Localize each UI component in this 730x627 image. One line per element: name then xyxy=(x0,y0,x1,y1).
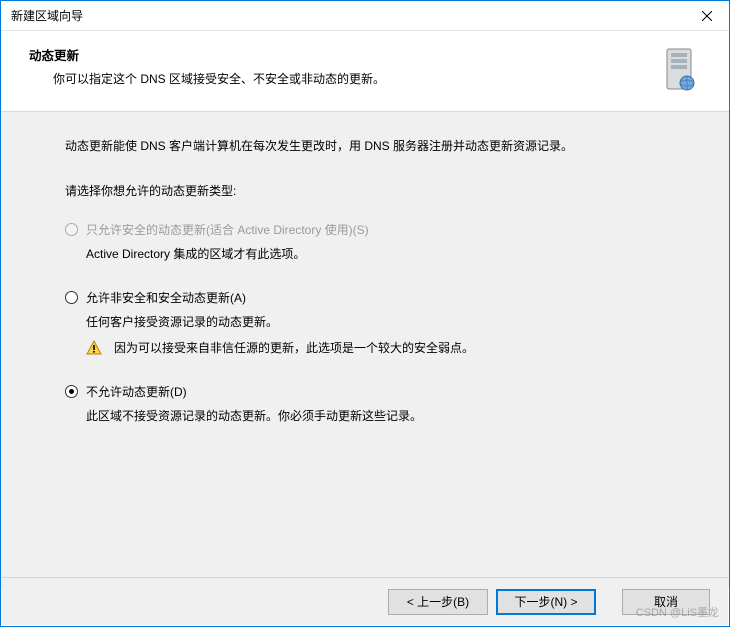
radio-no-dynamic-label: 不允许动态更新(D) xyxy=(86,383,187,400)
window-title: 新建区域向导 xyxy=(11,7,83,24)
intro-text: 动态更新能使 DNS 客户端计算机在每次发生更改时，用 DNS 服务器注册并动态… xyxy=(65,136,681,156)
radio-nonsecure-desc: 任何客户接受资源记录的动态更新。 xyxy=(86,312,681,332)
radio-secure-only-label: 只允许安全的动态更新(适合 Active Directory 使用)(S) xyxy=(86,221,369,238)
radio-nonsecure-label: 允许非安全和安全动态更新(A) xyxy=(86,289,246,306)
cancel-button[interactable]: 取消 xyxy=(622,589,710,615)
header-title: 动态更新 xyxy=(29,45,647,64)
wizard-header: 动态更新 你可以指定这个 DNS 区域接受安全、不安全或非动态的更新。 xyxy=(1,31,729,112)
next-button[interactable]: 下一步(N) > xyxy=(496,589,596,615)
radio-secure-only xyxy=(65,223,78,236)
radio-no-dynamic-desc: 此区域不接受资源记录的动态更新。你必须手动更新这些记录。 xyxy=(86,406,681,426)
close-button[interactable] xyxy=(684,1,729,31)
close-icon xyxy=(702,11,712,21)
option-nonsecure[interactable]: 允许非安全和安全动态更新(A) 任何客户接受资源记录的动态更新。 因为可以接受来… xyxy=(65,289,681,359)
wizard-footer: < 上一步(B) 下一步(N) > 取消 xyxy=(2,577,728,625)
option-secure-only: 只允许安全的动态更新(适合 Active Directory 使用)(S) Ac… xyxy=(65,221,681,264)
warning-icon xyxy=(86,340,102,356)
radio-no-dynamic[interactable] xyxy=(65,385,78,398)
header-subtitle: 你可以指定这个 DNS 区域接受安全、不安全或非动态的更新。 xyxy=(53,70,647,87)
back-button[interactable]: < 上一步(B) xyxy=(388,589,488,615)
wizard-body: 动态更新能使 DNS 客户端计算机在每次发生更改时，用 DNS 服务器注册并动态… xyxy=(1,112,729,587)
server-icon xyxy=(659,45,703,93)
radio-nonsecure[interactable] xyxy=(65,291,78,304)
radio-nonsecure-warning: 因为可以接受来自非信任源的更新，此选项是一个较大的安全弱点。 xyxy=(114,338,474,358)
title-bar: 新建区域向导 xyxy=(1,1,729,31)
prompt-text: 请选择你想允许的动态更新类型: xyxy=(65,182,681,199)
option-no-dynamic[interactable]: 不允许动态更新(D) 此区域不接受资源记录的动态更新。你必须手动更新这些记录。 xyxy=(65,383,681,426)
radio-secure-only-desc: Active Directory 集成的区域才有此选项。 xyxy=(86,244,681,264)
